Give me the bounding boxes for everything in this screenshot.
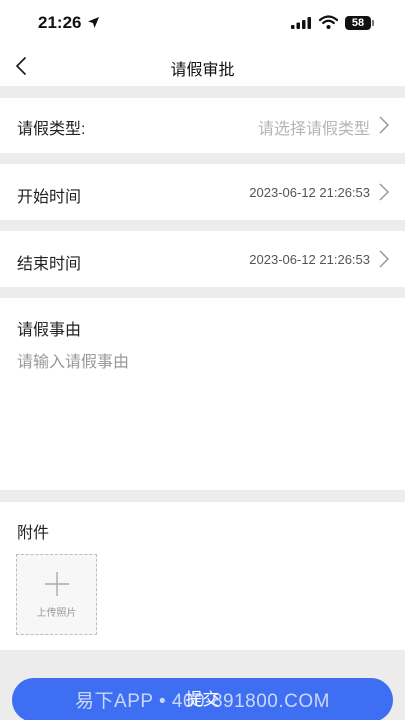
battery-tip [372,20,374,26]
cellular-signal-icon [291,17,311,29]
end-time-label: 结束时间 [17,256,82,273]
location-arrow-icon [88,17,99,28]
page-title: 请假审批 [170,62,235,79]
status-bar: 21:26 58 [0,0,405,46]
status-time: 21:26 [38,13,82,32]
start-time-label: 开始时间 [17,189,82,206]
end-time-value[interactable]: 2023-06-12 21:26:53 [249,252,370,267]
plus-icon [45,572,69,596]
start-time-value[interactable]: 2023-06-12 21:26:53 [249,185,370,200]
reason-label: 请假事由 [17,322,82,339]
end-time-row[interactable]: 结束时间 2023-06-12 21:26:53 [0,231,405,287]
attachment-section: 附件 上传照片 [0,502,405,650]
reason-textarea[interactable]: 请输入请假事由 [17,348,129,372]
chevron-right-icon [379,116,390,134]
wifi-icon [319,15,338,29]
upload-photo-button[interactable]: 上传照片 [16,554,97,635]
battery-level: 58 [351,17,365,29]
leave-type-select[interactable]: 请选择请假类型 [258,115,370,139]
leave-type-row[interactable]: 请假类型: 请选择请假类型 [0,98,405,153]
chevron-right-icon [379,250,390,268]
leave-type-label: 请假类型: [17,121,86,138]
battery-icon: 58 [345,16,371,30]
nav-bar: 请假审批 [0,46,405,86]
upload-photo-label: 上传照片 [36,608,77,619]
chevron-right-icon [379,183,390,201]
submit-button[interactable]: 提交 [12,678,393,720]
start-time-row[interactable]: 开始时间 2023-06-12 21:26:53 [0,164,405,220]
reason-section: 请假事由 请输入请假事由 [0,298,405,490]
attachment-label: 附件 [17,525,50,542]
